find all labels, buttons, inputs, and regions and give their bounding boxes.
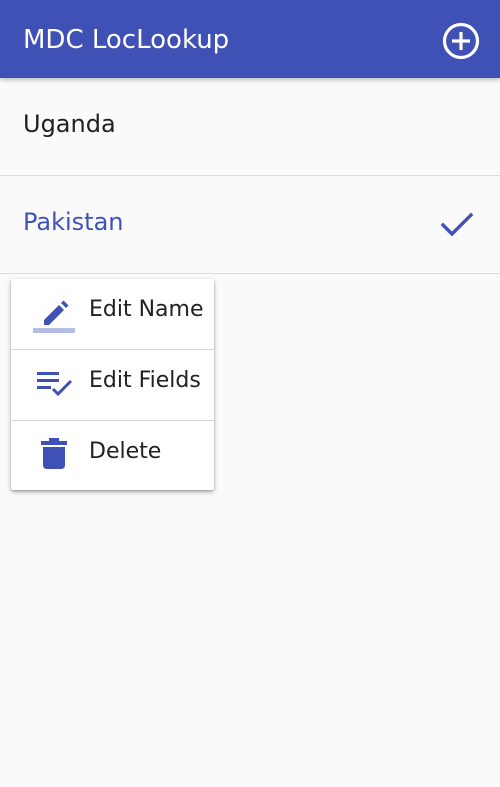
context-menu: Edit Name Edit Fields Delete (11, 279, 214, 490)
add-location-button[interactable] (437, 19, 485, 63)
app-title: MDC LocLookup (23, 25, 230, 55)
menu-item-label: Delete (89, 439, 162, 464)
check-icon (440, 212, 474, 237)
edit-pencil-icon (33, 300, 75, 333)
menu-item-edit-name[interactable]: Edit Name (11, 279, 214, 350)
location-name: Pakistan (23, 208, 124, 236)
menu-item-edit-fields[interactable]: Edit Fields (11, 350, 214, 421)
add-circle-outline-icon (442, 22, 480, 60)
app-bar: MDC LocLookup (0, 0, 500, 78)
trash-icon (41, 438, 67, 469)
location-name: Uganda (23, 110, 116, 138)
menu-item-delete[interactable]: Delete (11, 421, 214, 491)
playlist-check-icon (37, 372, 73, 397)
location-list: Uganda Pakistan (0, 78, 500, 274)
menu-item-label: Edit Fields (89, 368, 201, 393)
location-item-uganda[interactable]: Uganda (0, 78, 500, 176)
location-item-pakistan[interactable]: Pakistan (0, 176, 500, 274)
menu-item-label: Edit Name (89, 297, 204, 322)
